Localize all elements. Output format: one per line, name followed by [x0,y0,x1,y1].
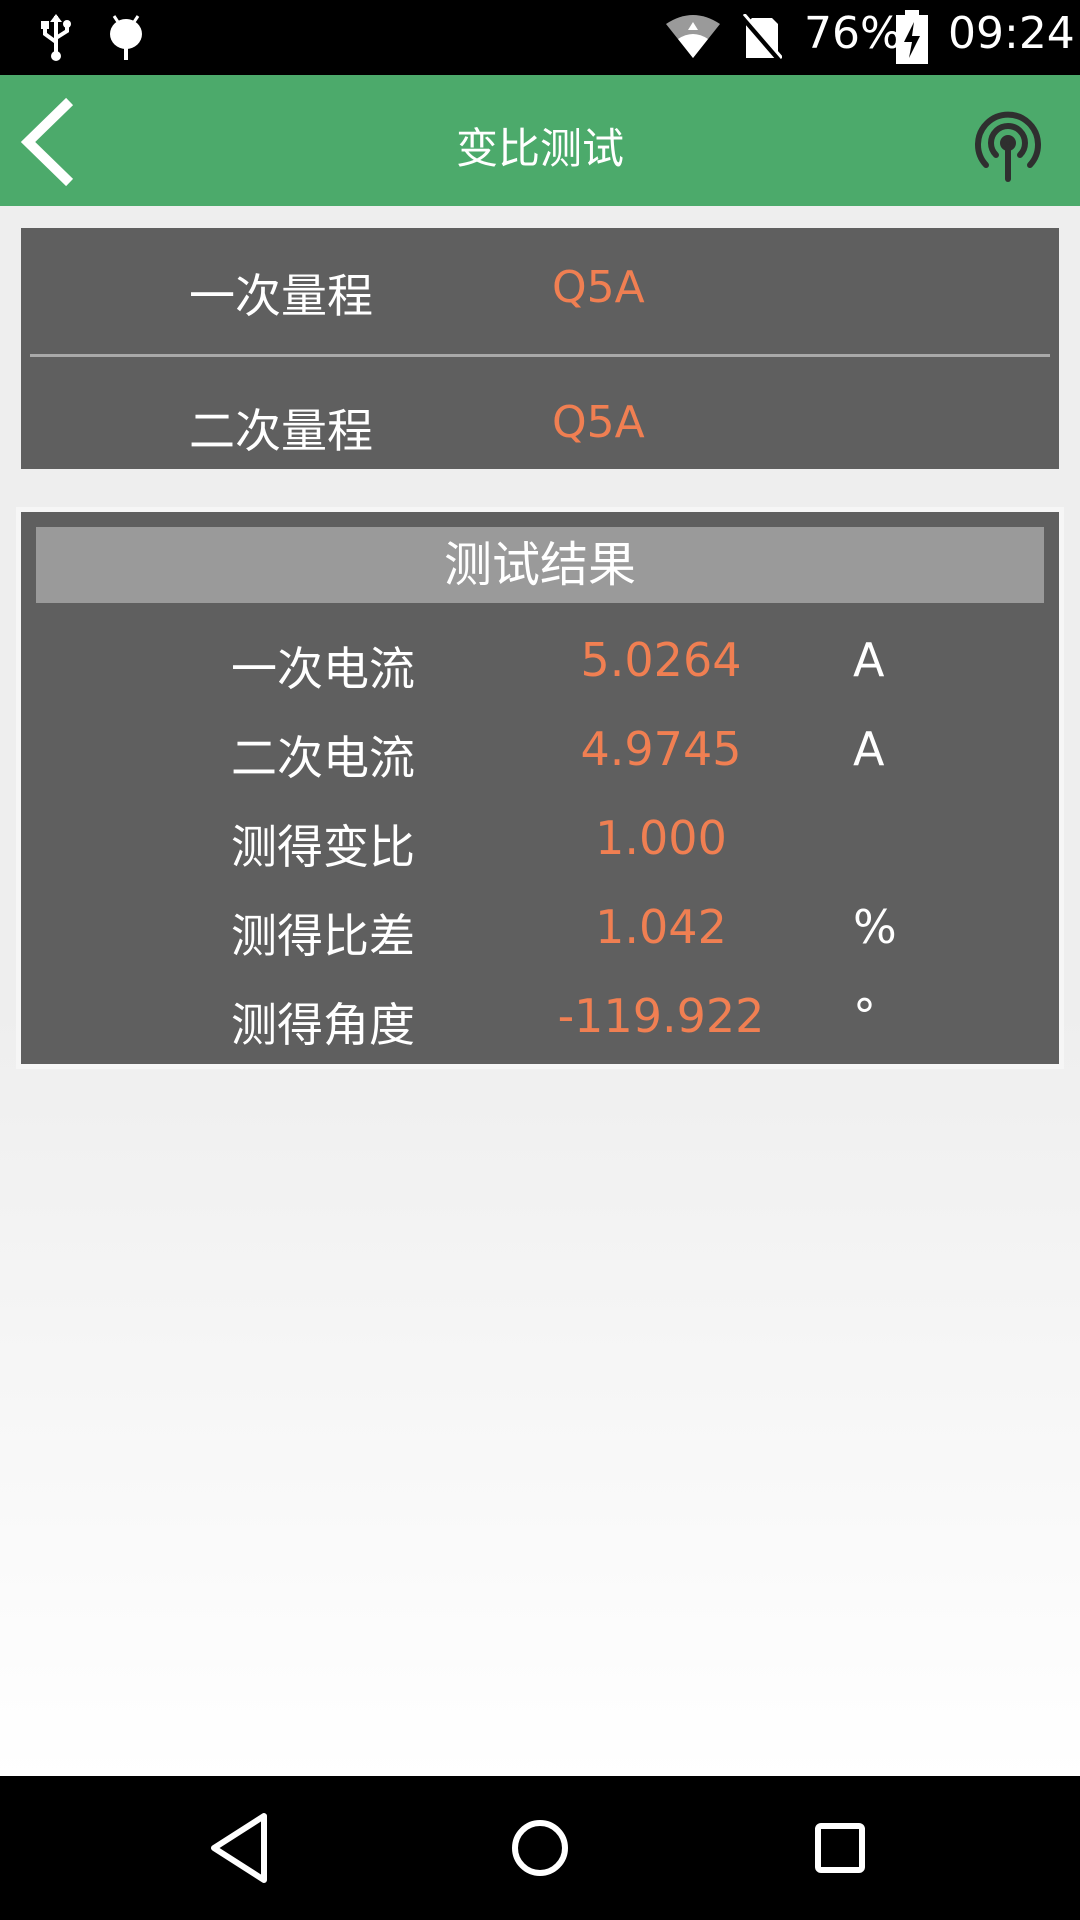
result-label: 一次电流 [231,642,415,696]
page-title: 变比测试 [455,124,624,173]
results-panel: 测试结果 一次电流 5.0264 A 二次电流 4.9745 A 测得变比 1.… [21,512,1059,1064]
result-unit: % [853,900,897,954]
result-label: 二次电流 [231,731,415,785]
navigation-bar [0,1776,1080,1920]
secondary-range-label: 二次量程 [189,404,373,458]
result-value: 1.042 [595,900,727,954]
result-value: 5.0264 [580,633,742,687]
result-row-ratio: 测得变比 1.000 [21,797,1059,886]
battery-charging-icon [896,10,928,64]
result-unit: A [853,633,885,687]
nav-recents-button[interactable] [802,1810,878,1886]
nav-home-button[interactable] [502,1810,578,1886]
secondary-range-row[interactable]: 二次量程 Q5A [21,363,1059,483]
usb-icon [41,14,71,61]
result-value: -119.922 [557,989,765,1043]
result-value: 1.000 [595,811,727,865]
results-header: 测试结果 [36,527,1044,603]
android-debug-icon [110,15,142,60]
app-bar: 变比测试 [0,75,1080,206]
range-divider [30,354,1050,357]
result-label: 测得变比 [231,820,415,874]
result-label: 测得角度 [231,998,415,1052]
clock-text: 09:24 [948,8,1075,59]
primary-range-label: 一次量程 [189,269,373,323]
result-row-secondary-current: 二次电流 4.9745 A [21,708,1059,797]
back-triangle-icon [211,1813,267,1883]
wireless-signal-button[interactable] [968,103,1048,183]
battery-percent-text: 76% [804,8,902,59]
nav-back-button[interactable] [202,1810,278,1886]
result-unit: ° [853,989,876,1043]
status-bar: 76% 09:24 [0,0,1080,75]
primary-range-row[interactable]: 一次量程 Q5A [21,228,1059,348]
home-circle-icon [512,1820,568,1876]
result-value: 4.9745 [580,722,742,776]
result-unit: A [853,722,885,776]
result-label: 测得比差 [231,909,415,963]
result-row-primary-current: 一次电流 5.0264 A [21,619,1059,708]
result-row-ratio-error: 测得比差 1.042 % [21,886,1059,975]
no-sim-icon [740,14,782,62]
recents-square-icon [815,1823,865,1873]
wireless-signal-icon [975,111,1041,182]
secondary-range-value[interactable]: Q5A [552,397,645,448]
range-panel: 一次量程 Q5A 二次量程 Q5A [21,228,1059,469]
wifi-icon [666,15,720,58]
primary-range-value[interactable]: Q5A [552,262,645,313]
result-row-angle: 测得角度 -119.922 ° [21,975,1059,1064]
